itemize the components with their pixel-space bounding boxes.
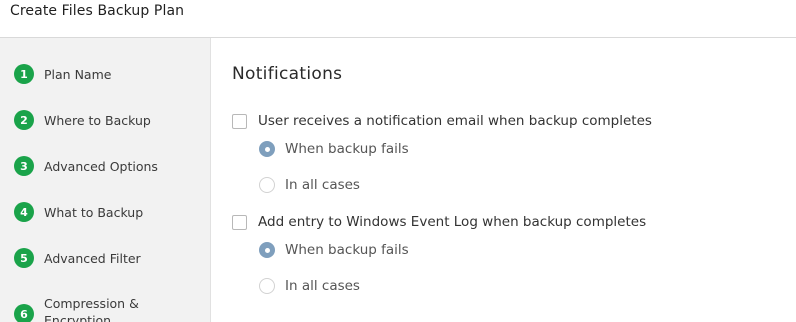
step-plan-name[interactable]: 1 Plan Name — [14, 63, 174, 85]
email-when-fails-radio[interactable]: When backup fails — [259, 140, 409, 158]
step-number: 6 — [14, 304, 34, 322]
event-log-all-cases-radio[interactable]: In all cases — [259, 277, 360, 295]
radio-label: When backup fails — [285, 242, 409, 258]
radio-unselected-icon[interactable] — [259, 278, 275, 294]
step-advanced-filter[interactable]: 5 Advanced Filter — [14, 247, 174, 269]
notifications-panel: Notifications User receives a notificati… — [211, 38, 796, 322]
wizard-steps-sidebar: 1 Plan Name 2 Where to Backup 3 Advanced… — [0, 38, 211, 322]
window-title: Create Files Backup Plan — [10, 3, 185, 19]
event-log-checkbox[interactable]: Add entry to Windows Event Log when back… — [232, 213, 646, 231]
radio-unselected-icon[interactable] — [259, 177, 275, 193]
step-where-to-backup[interactable]: 2 Where to Backup — [14, 109, 174, 131]
radio-selected-icon[interactable] — [259, 141, 275, 157]
checkbox-box[interactable] — [232, 214, 247, 230]
step-number: 1 — [14, 64, 34, 84]
radio-selected-icon[interactable] — [259, 242, 275, 258]
radio-label: When backup fails — [285, 141, 409, 157]
step-label: Advanced Options — [44, 158, 158, 174]
step-number: 2 — [14, 110, 34, 130]
event-log-when-fails-radio[interactable]: When backup fails — [259, 241, 409, 259]
step-number: 4 — [14, 202, 34, 222]
step-advanced-options[interactable]: 3 Advanced Options — [14, 155, 174, 177]
section-heading: Notifications — [232, 64, 343, 84]
step-number: 3 — [14, 156, 34, 176]
step-compression-encryption[interactable]: 6 Compression & Encryption — [14, 295, 174, 322]
checkbox-box[interactable] — [232, 113, 247, 129]
step-label: What to Backup — [44, 204, 144, 220]
step-label: Advanced Filter — [44, 250, 141, 266]
backup-plan-window: Create Files Backup Plan 1 Plan Name 2 W… — [0, 0, 796, 322]
step-label: Plan Name — [44, 66, 112, 82]
checkbox-label: Add entry to Windows Event Log when back… — [258, 214, 647, 230]
email-all-cases-radio[interactable]: In all cases — [259, 176, 360, 194]
radio-label: In all cases — [285, 177, 360, 193]
title-bar: Create Files Backup Plan — [0, 0, 796, 38]
step-label: Compression & Encryption — [44, 296, 139, 322]
email-notification-checkbox[interactable]: User receives a notification email when … — [232, 112, 652, 130]
step-label: Where to Backup — [44, 112, 151, 128]
radio-label: In all cases — [285, 278, 360, 294]
step-number: 5 — [14, 248, 34, 268]
checkbox-label: User receives a notification email when … — [258, 113, 652, 129]
step-what-to-backup[interactable]: 4 What to Backup — [14, 201, 174, 223]
